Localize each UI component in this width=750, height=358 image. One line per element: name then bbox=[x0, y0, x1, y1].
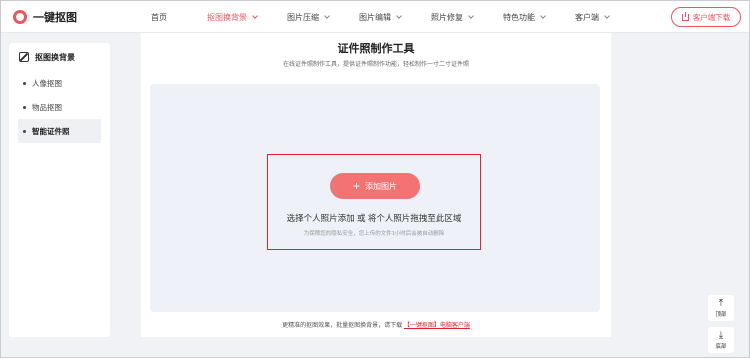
sidebar-title: 抠图换背景 bbox=[9, 43, 110, 71]
nav-features[interactable]: 特色功能 bbox=[503, 12, 546, 23]
sidebar-item-portrait-cutout[interactable]: 人像抠图 bbox=[9, 71, 110, 95]
client-download-button[interactable]: 客户端下载 bbox=[671, 7, 741, 27]
sidebar-item-object-cutout[interactable]: 物品抠图 bbox=[9, 95, 110, 119]
download-icon bbox=[681, 11, 689, 21]
logo-text: 一键抠图 bbox=[33, 11, 77, 24]
bullet-icon bbox=[23, 81, 26, 85]
top-navigation-bar: 一键抠图 首页 抠图换背景 图片压缩 图片编辑 照片修复 特色功能 客户端 客户… bbox=[1, 1, 749, 33]
client-download-link[interactable]: 【一键抠图】电脑客户端 bbox=[404, 323, 470, 329]
privacy-hint: 为保障您的隐私安全，您上传的文件1小时后会被自动删除 bbox=[303, 231, 445, 237]
drop-hint: 选择个人照片添加 或 将个人照片拖拽至此区域 bbox=[286, 213, 462, 223]
go-to-bottom-button[interactable]: ⤓ 底部 bbox=[708, 327, 734, 353]
page-subtitle: 在线证件照制作工具，提供证件照制作功能，轻松制作一寸二寸证件照 bbox=[282, 62, 469, 68]
main-nav: 首页 抠图换背景 图片压缩 图片编辑 照片修复 特色功能 客户端 bbox=[151, 1, 639, 33]
chevron-down-icon bbox=[540, 12, 546, 19]
bullet-icon bbox=[23, 129, 26, 133]
cutout-icon bbox=[19, 52, 29, 62]
sidebar-item-id-photo[interactable]: 智能证件照 bbox=[18, 119, 101, 143]
chevron-down-icon bbox=[252, 12, 258, 19]
sidebar: 抠图换背景 人像抠图 物品抠图 智能证件照 bbox=[9, 43, 110, 337]
chevron-down-icon bbox=[396, 12, 402, 19]
back-to-top-button[interactable]: ⤒ 顶部 bbox=[708, 295, 734, 321]
logo[interactable]: 一键抠图 bbox=[13, 9, 77, 25]
nav-image-compress[interactable]: 图片压缩 bbox=[287, 12, 330, 23]
nav-cutout-background[interactable]: 抠图换背景 bbox=[207, 12, 258, 23]
chevron-down-icon bbox=[324, 12, 330, 19]
nav-photo-repair[interactable]: 照片修复 bbox=[431, 12, 474, 23]
chevron-down-icon bbox=[604, 12, 610, 19]
page-title: 证件照制作工具 bbox=[337, 43, 415, 55]
arrow-up-icon: ⤒ bbox=[718, 297, 724, 309]
nav-client[interactable]: 客户端 bbox=[575, 12, 610, 23]
nav-image-edit[interactable]: 图片编辑 bbox=[359, 12, 402, 23]
add-image-button[interactable]: + 添加图片 bbox=[330, 173, 420, 199]
bullet-icon bbox=[23, 105, 26, 109]
logo-icon bbox=[13, 9, 27, 24]
plus-icon: + bbox=[352, 179, 360, 193]
nav-home[interactable]: 首页 bbox=[151, 12, 167, 23]
chevron-down-icon bbox=[468, 12, 474, 19]
drop-zone[interactable]: + 添加图片 选择个人照片添加 或 将个人照片拖拽至此区域 为保障您的隐私安全，… bbox=[267, 154, 481, 250]
arrow-down-icon: ⤓ bbox=[718, 329, 724, 341]
footer-note: 更精准的抠图效果，批量抠图换背景，请下载 【一键抠图】电脑客户端 bbox=[282, 323, 470, 329]
